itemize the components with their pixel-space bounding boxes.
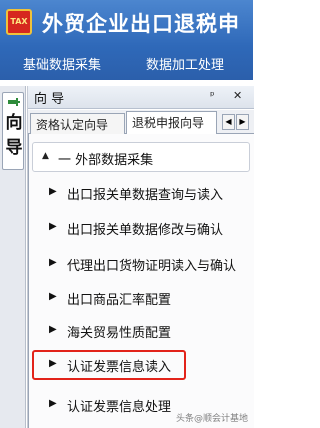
tab-scroll-left-icon[interactable]: ◀ [222,114,235,130]
list-item-customs-trade-nature-config[interactable]: ▶ 海关贸易性质配置 [32,316,250,346]
wizard-panel: 向 导 ᵖ ✕ 资格认定向导 退税申报向导 ◀ ▶ ▲ 一 外部数据采集 ▶ 出… [27,86,254,428]
item-label: 代理出口货物证明读入与确认 [67,259,237,274]
tab-tax-refund-wizard[interactable]: 退税申报向导 [126,111,217,135]
expand-arrow-icon: ▶ [49,221,57,232]
expand-arrow-icon: ▶ [49,257,57,268]
item-label: 出口商品汇率配置 [67,293,172,308]
item-label: 海关贸易性质配置 [67,326,172,341]
expand-arrow-icon: ▶ [49,324,57,335]
menu-bar: 基础数据采集 数据加工处理 [0,46,253,80]
left-dock-strip: 向导 [0,86,26,428]
item-label: 出口报关单数据修改与确认 [67,223,224,238]
expand-arrow-icon: ▶ [49,291,57,302]
tax-app-icon: TAX [6,9,32,35]
group-label: 一 外部数据采集 [58,153,154,168]
menu-data-processing[interactable]: 数据加工处理 [146,54,224,73]
list-item-customs-modify-confirm[interactable]: ▶ 出口报关单数据修改与确认 [32,213,250,243]
item-label: 出口报关单数据查询与读入 [67,188,224,203]
panel-header: 向 导 ᵖ ✕ [28,86,254,109]
panel-close-icon[interactable]: ✕ [233,89,242,102]
title-bar: TAX 外贸企业出口退税申 [0,0,253,46]
item-label: 认证发票信息处理 [67,400,172,415]
item-label: 认证发票信息读入 [67,360,172,375]
menu-basic-data-collection[interactable]: 基础数据采集 [23,54,101,73]
expand-arrow-icon: ▶ [49,398,57,409]
wizard-content: ▲ 一 外部数据采集 ▶ 出口报关单数据查询与读入 ▶ 出口报关单数据修改与确认… [28,134,254,428]
list-item-customs-query-import[interactable]: ▶ 出口报关单数据查询与读入 [32,178,250,208]
tabs-row: 资格认定向导 退税申报向导 ◀ ▶ [28,110,254,135]
list-item-certified-invoice-import[interactable]: ▶ 认证发票信息读入 [32,350,186,380]
panel-title: 向 导 [34,92,65,107]
panel-pin-icon[interactable]: ᵖ [210,89,215,102]
app-title: 外贸企业出口退税申 [42,12,240,36]
expand-arrow-icon: ▶ [49,358,57,369]
list-item-exchange-rate-config[interactable]: ▶ 出口商品汇率配置 [32,283,250,313]
collapse-arrow-icon: ▲ [42,151,49,161]
group-external-data-collection[interactable]: ▲ 一 外部数据采集 [32,142,250,172]
dock-tab-wizard[interactable]: 向导 [2,92,24,170]
expand-arrow-icon: ▶ [49,186,57,197]
list-item-agency-export-certificate[interactable]: ▶ 代理出口货物证明读入与确认 [32,249,250,279]
tab-qualification-wizard[interactable]: 资格认定向导 [30,113,125,134]
watermark: 头条@顺会计基地 [176,414,249,424]
dock-tab-label: 向导 [5,113,23,158]
pin-icon [8,98,20,106]
tab-scroll-right-icon[interactable]: ▶ [236,114,249,130]
